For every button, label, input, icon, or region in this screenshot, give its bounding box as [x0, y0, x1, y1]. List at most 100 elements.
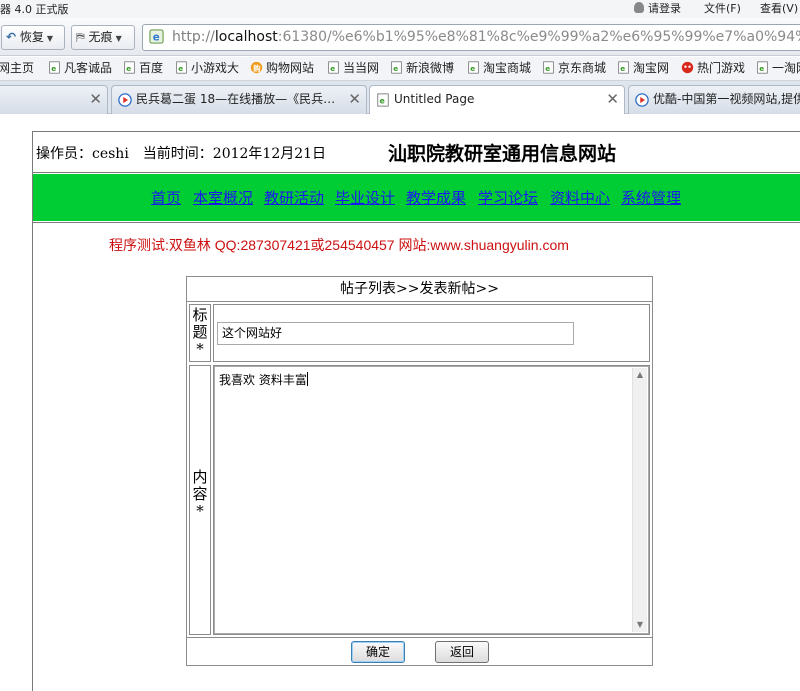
title-field-label: 标 题 *	[189, 304, 211, 362]
content-cell: 我喜欢 资料丰富 ▲ ▼	[213, 365, 650, 635]
page-icon: e	[757, 61, 768, 74]
favorite-link[interactable]: 购购物网站	[250, 60, 314, 76]
svg-text:e: e	[51, 64, 56, 73]
return-button[interactable]: 返回	[435, 641, 489, 663]
divider	[33, 222, 800, 223]
page-icon: e	[176, 61, 187, 74]
page-icon: e	[618, 61, 629, 74]
close-icon[interactable]: ✕	[348, 86, 361, 113]
page-icon: e	[543, 61, 554, 74]
form-actions: 确定 返回	[187, 637, 652, 665]
menu-link-achievements[interactable]: 教学成果	[406, 187, 466, 208]
tab-label: 优酷-中国第一视频网站,提供视频	[653, 92, 800, 106]
scroll-down-arrow-icon[interactable]: ▼	[633, 618, 647, 632]
browser-navbar: ↶ 恢复 ▼ ⛿ 无痕 ▼ e http://localhost:61380/%e6%…	[0, 18, 800, 56]
new-post-form: 帖子列表>>发表新帖>> 标 题 * 这个网站好 内 容 * 我喜欢 资料丰富 …	[186, 276, 653, 666]
operator-info: 操作员：ceshi 当前时间：2012年12月21日	[36, 146, 327, 162]
view-menu[interactable]: 查看(V)	[760, 0, 798, 16]
menu-link-graduation[interactable]: 毕业设计	[335, 187, 395, 208]
close-icon[interactable]: ✕	[89, 86, 102, 113]
login-menu[interactable]: 请登录	[634, 0, 681, 16]
favorite-link[interactable]: 热门游戏	[681, 60, 745, 76]
site-frame: 操作员：ceshi 当前时间：2012年12月21日 汕职院教研室通用信息网站 …	[32, 131, 800, 691]
menu-link-activities[interactable]: 教研活动	[264, 187, 324, 208]
favorite-link[interactable]: e一淘网	[756, 60, 800, 76]
svg-text:e: e	[380, 97, 385, 106]
page-icon: e	[149, 29, 164, 44]
title-input[interactable]: 这个网站好	[217, 322, 574, 345]
menu-link-forum[interactable]: 学习论坛	[478, 187, 538, 208]
browser-app-title: 器 4.0 正式版	[0, 3, 69, 16]
tab-active[interactable]: e Untitled Page ✕	[369, 85, 625, 115]
address-bar[interactable]: e http://localhost:61380/%e6%b1%95%e8%81%…	[142, 24, 800, 51]
favorite-link[interactable]: e 凡客诚品	[48, 60, 112, 76]
favorite-link[interactable]: 网主页	[0, 60, 34, 76]
breadcrumb: 帖子列表>>发表新帖>>	[187, 277, 652, 302]
address-scheme: http://	[172, 29, 215, 45]
back-arrow-icon: ↶	[6, 30, 17, 44]
svg-text:e: e	[470, 64, 475, 73]
svg-text:购: 购	[252, 64, 260, 73]
favorite-link[interactable]: e 小游戏大	[175, 60, 239, 76]
file-menu[interactable]: 文件(F)	[704, 0, 741, 16]
tab-label: 民兵葛二蛋 18—在线播放—《民兵…	[136, 92, 336, 106]
menu-link-admin[interactable]: 系统管理	[621, 187, 681, 208]
site-header: 操作员：ceshi 当前时间：2012年12月21日 汕职院教研室通用信息网站	[33, 131, 800, 173]
scroll-up-arrow-icon[interactable]: ▲	[633, 368, 647, 382]
address-host: localhost	[214, 29, 278, 45]
favorite-link[interactable]: e 新浪微博	[390, 60, 454, 76]
favorite-link[interactable]: e 百度	[123, 60, 163, 76]
tab[interactable]: 民兵葛二蛋 18—在线播放—《民兵… ✕	[111, 85, 367, 114]
user-icon	[634, 2, 644, 13]
page-icon: e	[391, 61, 402, 74]
submit-button[interactable]: 确定	[351, 641, 405, 663]
page-content: 操作员：ceshi 当前时间：2012年12月21日 汕职院教研室通用信息网站 …	[0, 114, 800, 691]
address-path: :61380/%e6%b1%95%e8%81%8c%e9%99%a2%e6%95…	[277, 29, 800, 45]
developer-notice: 程序测试:双鱼林 QQ:287307421或254540457 网站:www.s…	[109, 237, 569, 253]
shopping-icon: 购	[250, 61, 263, 74]
content-textarea[interactable]: 我喜欢 资料丰富 ▲ ▼	[214, 366, 649, 634]
favorite-link[interactable]: e 当当网	[327, 60, 379, 76]
favorite-link[interactable]: e 淘宝网	[617, 60, 669, 76]
game-icon	[681, 61, 694, 74]
page-icon: e	[49, 61, 60, 74]
site-title: 汕职院教研室通用信息网站	[388, 143, 617, 165]
site-menu: 首页 本室概况 教研活动 毕业设计 教学成果 学习论坛 资料中心 系统管理	[33, 174, 800, 221]
tab-label: Untitled Page	[394, 92, 475, 106]
content-field-label: 内 容 *	[189, 365, 211, 635]
favorites-bar: 网主页 e 凡客诚品 e 百度 e 小游戏大 购购物网站 e 当当网 e 新浪微博 e 淘宝…	[0, 57, 800, 81]
svg-text:e: e	[393, 64, 398, 73]
restore-button[interactable]: ↶ 恢复 ▼	[1, 25, 65, 50]
video-play-icon	[118, 93, 132, 107]
tab[interactable]: ✕	[0, 85, 108, 114]
favorite-link[interactable]: e 京东商城	[542, 60, 606, 76]
vertical-scrollbar[interactable]: ▲ ▼	[632, 368, 647, 632]
svg-text:e: e	[330, 64, 335, 73]
login-label: 请登录	[648, 2, 681, 15]
svg-text:e: e	[178, 64, 183, 73]
page-icon: e	[124, 61, 135, 74]
required-mark: *	[196, 340, 204, 358]
page-icon: e	[468, 61, 479, 74]
menu-link-overview[interactable]: 本室概况	[193, 187, 253, 208]
page-icon: e	[377, 93, 389, 107]
title-cell: 这个网站好	[213, 304, 650, 362]
restore-label: 恢复	[19, 30, 44, 44]
close-icon[interactable]: ✕	[606, 86, 619, 113]
incognito-icon: ⛿	[76, 30, 85, 44]
menu-link-home[interactable]: 首页	[151, 187, 181, 208]
chevron-down-icon: ▼	[115, 34, 122, 43]
incognito-button[interactable]: ⛿ 无痕 ▼	[71, 25, 135, 50]
text-caret	[306, 372, 308, 386]
svg-text:e: e	[126, 64, 131, 73]
incognito-label: 无痕	[88, 30, 113, 44]
menu-link-resources[interactable]: 资料中心	[550, 187, 610, 208]
browser-titlebar: 器 4.0 正式版 请登录 文件(F) 查看(V)	[0, 0, 800, 18]
tab-bar: ✕ 民兵葛二蛋 18—在线播放—《民兵… ✕ e Untitled Page ✕…	[0, 81, 800, 115]
svg-text:e: e	[153, 32, 160, 44]
svg-text:e: e	[545, 64, 550, 73]
required-mark: *	[196, 502, 204, 520]
favorite-link[interactable]: e 淘宝商城	[467, 60, 531, 76]
tab[interactable]: 优酷-中国第一视频网站,提供视频	[628, 85, 800, 114]
content-text: 我喜欢 资料丰富	[219, 373, 307, 387]
